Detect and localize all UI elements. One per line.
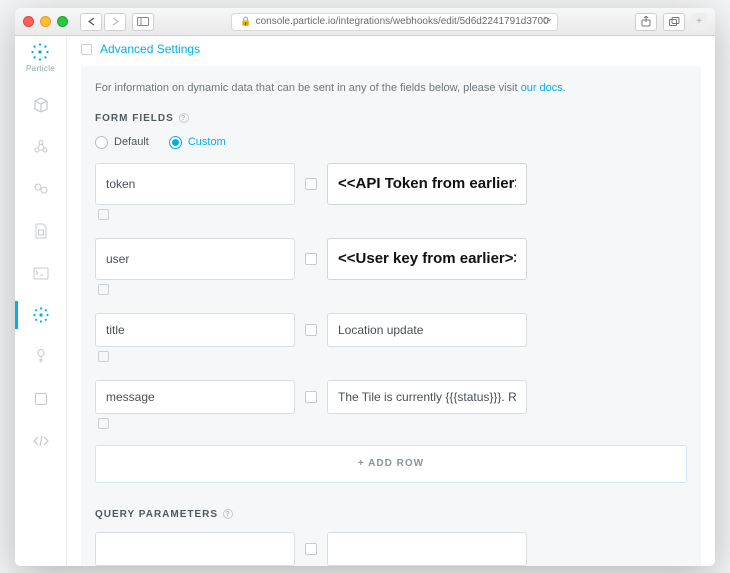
field-mid-checkbox[interactable]: [305, 253, 317, 265]
field-mid-checkbox[interactable]: [305, 391, 317, 403]
sidebar-item-network[interactable]: [27, 133, 55, 161]
form-fields-label: FORM FIELDS ?: [95, 113, 687, 124]
field-key-input[interactable]: [95, 380, 295, 414]
info-text: For information on dynamic data that can…: [95, 80, 687, 97]
field-value-input[interactable]: [327, 238, 527, 280]
advanced-settings-checkbox[interactable]: [81, 44, 92, 55]
sidebar-item-integrations[interactable]: [27, 301, 55, 329]
query-params-label: QUERY PARAMETERS ?: [95, 509, 687, 520]
zoom-window-button[interactable]: [57, 16, 68, 27]
reload-icon[interactable]: ⟳: [543, 16, 551, 27]
query-value-input[interactable]: [327, 532, 527, 566]
share-button[interactable]: [635, 13, 657, 31]
field-key-input[interactable]: [95, 238, 295, 280]
tabs-button[interactable]: [663, 13, 685, 31]
field-mid-checkbox[interactable]: [305, 324, 317, 336]
radio-default[interactable]: Default: [95, 136, 149, 149]
field-mid-checkbox[interactable]: [305, 178, 317, 190]
address-bar-area: 🔒 console.particle.io/integrations/webho…: [164, 13, 625, 31]
add-row-button[interactable]: + ADD ROW: [95, 445, 687, 483]
sidebar-item-code[interactable]: [27, 427, 55, 455]
query-row: [95, 532, 687, 566]
field-value-input[interactable]: [327, 163, 527, 205]
close-window-button[interactable]: [23, 16, 34, 27]
field-value-input[interactable]: [327, 380, 527, 414]
minimize-window-button[interactable]: [40, 16, 51, 27]
form-row: [95, 238, 687, 295]
titlebar-right: +: [635, 13, 707, 31]
address-bar[interactable]: 🔒 console.particle.io/integrations/webho…: [231, 13, 557, 31]
main-content: Advanced Settings For information on dyn…: [67, 36, 715, 566]
radio-custom[interactable]: Custom: [169, 136, 226, 149]
forward-button[interactable]: [104, 13, 126, 31]
field-key-checkbox[interactable]: [98, 351, 109, 362]
sidebar-item-box[interactable]: [27, 385, 55, 413]
form-fields-mode: Default Custom: [95, 136, 687, 149]
brand-label: Particle: [26, 64, 55, 73]
url-text: console.particle.io/integrations/webhook…: [256, 16, 549, 27]
nav-buttons: [80, 13, 126, 31]
query-key-input[interactable]: [95, 532, 295, 566]
sidebar: Particle: [15, 36, 67, 566]
field-value-input[interactable]: [327, 313, 527, 347]
particle-logo-icon: [30, 42, 50, 62]
help-icon[interactable]: ?: [179, 113, 189, 123]
sidebar-item-sim[interactable]: [27, 217, 55, 245]
field-key-checkbox[interactable]: [98, 209, 109, 220]
sidebar-item-cube[interactable]: [27, 91, 55, 119]
form-row: [95, 380, 687, 429]
help-icon[interactable]: ?: [223, 509, 233, 519]
titlebar: 🔒 console.particle.io/integrations/webho…: [15, 8, 715, 36]
sidebar-item-console[interactable]: [27, 259, 55, 287]
advanced-settings-link[interactable]: Advanced Settings: [100, 42, 200, 56]
app-body: Particle: [15, 36, 715, 566]
query-params-rows: [95, 532, 687, 566]
browser-window: 🔒 console.particle.io/integrations/webho…: [15, 8, 715, 566]
form-fields-rows: [95, 163, 687, 429]
form-row: [95, 163, 687, 220]
field-key-input[interactable]: [95, 163, 295, 205]
sidebar-toggle-button[interactable]: [132, 13, 154, 31]
docs-link[interactable]: our docs: [521, 82, 563, 94]
new-tab-button[interactable]: +: [691, 13, 707, 31]
form-row: [95, 313, 687, 362]
query-mid-checkbox[interactable]: [305, 543, 317, 555]
window-controls: [23, 16, 68, 27]
field-key-checkbox[interactable]: [98, 284, 109, 295]
settings-panel: For information on dynamic data that can…: [81, 66, 701, 566]
field-key-input[interactable]: [95, 313, 295, 347]
field-key-checkbox[interactable]: [98, 418, 109, 429]
lock-icon: 🔒: [240, 16, 251, 27]
sidebar-item-auth[interactable]: [27, 343, 55, 371]
sidebar-item-bubbles[interactable]: [27, 175, 55, 203]
back-button[interactable]: [80, 13, 102, 31]
brand[interactable]: Particle: [26, 42, 55, 73]
